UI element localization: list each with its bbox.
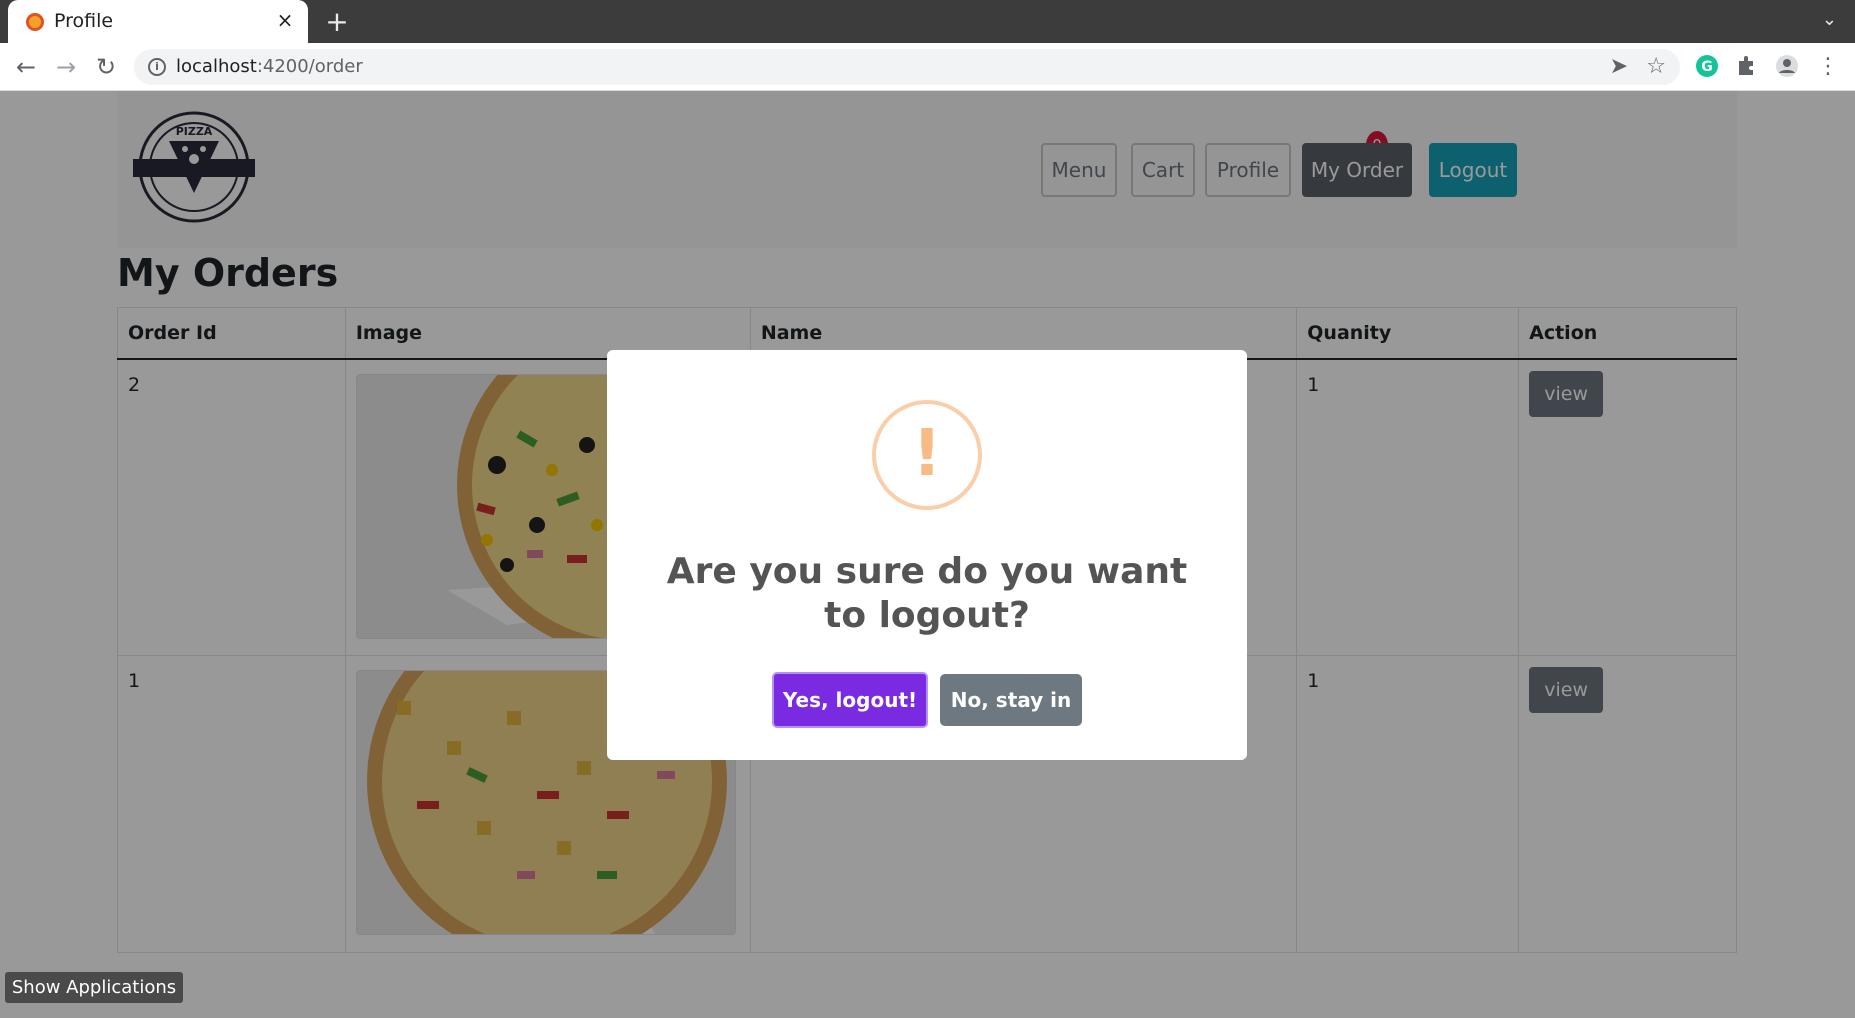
browser-tab[interactable]: Profile × <box>8 0 308 43</box>
forward-arrow-icon[interactable]: → <box>50 51 82 83</box>
back-arrow-icon[interactable]: ← <box>10 51 42 83</box>
confirm-logout-button[interactable]: Yes, logout! <box>772 672 928 728</box>
browser-tab-bar: Profile × + ⌄ <box>0 0 1855 43</box>
cancel-logout-button[interactable]: No, stay in <box>940 674 1082 726</box>
grammarly-icon[interactable]: G <box>1694 53 1720 79</box>
tab-search-chevron-icon[interactable]: ⌄ <box>1822 9 1837 30</box>
show-applications-button[interactable]: Show Applications <box>5 972 183 1003</box>
pizza-favicon-icon <box>26 13 44 31</box>
send-icon[interactable]: ➤ <box>1610 54 1628 79</box>
logout-confirm-dialog: ! Are you sure do you want to logout? Ye… <box>607 350 1247 760</box>
profile-avatar-icon[interactable] <box>1774 53 1800 79</box>
address-bar[interactable]: i localhost:4200/order ➤ ☆ <box>134 49 1680 85</box>
svg-text:G: G <box>1701 59 1713 75</box>
tab-title: Profile <box>54 10 114 32</box>
warning-icon: ! <box>872 400 982 510</box>
close-tab-icon[interactable]: × <box>272 8 298 32</box>
url-text[interactable]: localhost:4200/order <box>176 56 363 77</box>
dialog-title: Are you sure do you want to logout? <box>666 551 1188 636</box>
site-info-icon[interactable]: i <box>148 58 166 76</box>
bookmark-star-icon[interactable]: ☆ <box>1646 54 1666 79</box>
reload-icon[interactable]: ↻ <box>90 51 122 83</box>
browser-menu-icon[interactable]: ⋮ <box>1812 51 1844 83</box>
browser-toolbar: ← → ↻ i localhost:4200/order ➤ ☆ G ⋮ <box>0 43 1855 91</box>
new-tab-icon[interactable]: + <box>322 5 352 38</box>
extensions-puzzle-icon[interactable] <box>1734 53 1760 79</box>
